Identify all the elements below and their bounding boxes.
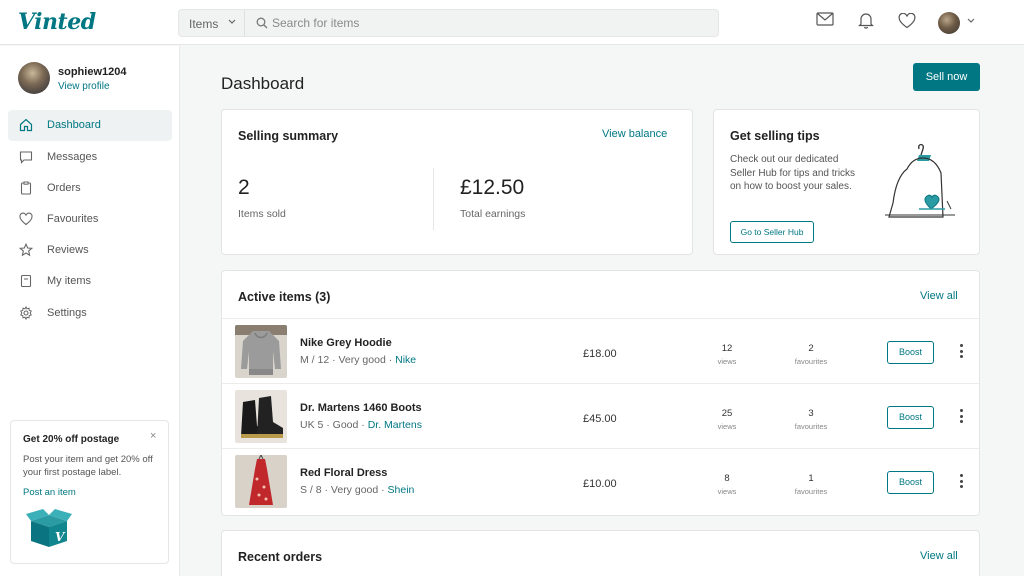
item-title[interactable]: Dr. Martens 1460 Boots [300, 402, 422, 414]
sidebar-item-label: My items [47, 275, 91, 287]
search-category-label: Items [189, 17, 219, 31]
sidebar-item-my-items[interactable]: My items [8, 266, 172, 297]
item-price: £18.00 [583, 348, 617, 360]
star-icon [19, 243, 33, 257]
sidebar-item-messages[interactable]: Messages [8, 142, 172, 173]
sidebar-item-label: Messages [47, 151, 98, 163]
item-favourites: 3 favourites [794, 408, 828, 431]
search-input[interactable] [272, 14, 672, 32]
table-row[interactable]: Dr. Martens 1460 Boots UK 5 · Good · Dr.… [222, 383, 979, 448]
selling-summary-title: Selling summary [238, 129, 339, 143]
item-meta: UK 5 · Good · Dr. Martens [300, 419, 422, 431]
postage-promo-card: Get 20% off postage × Post your item and… [10, 420, 169, 564]
item-thumbnail[interactable] [235, 455, 287, 508]
parcel-box-icon: V [26, 509, 72, 547]
recent-orders-title: Recent orders [238, 550, 323, 564]
post-an-item-link[interactable]: Post an item [23, 487, 76, 498]
chat-icon [19, 151, 33, 164]
gear-icon [20, 306, 32, 320]
hoodie-image [235, 325, 287, 378]
sell-now-button[interactable]: Sell now [913, 63, 980, 91]
sidebar: sophiew1204 View profile Dashboard Messa… [0, 46, 180, 576]
view-balance-link[interactable]: View balance [602, 128, 667, 140]
item-price: £10.00 [583, 478, 617, 490]
heart-icon [19, 212, 33, 226]
active-items-card: Active items (3) View all Nike Grey Hood… [221, 270, 980, 516]
table-row[interactable]: Red Floral Dress S / 8 · Very good · She… [222, 448, 979, 513]
promo-body: Post your item and get 20% off your firs… [23, 454, 153, 478]
items-sold-label: Items sold [238, 208, 286, 220]
item-title[interactable]: Red Floral Dress [300, 467, 387, 479]
view-profile-link[interactable]: View profile [58, 81, 110, 92]
selling-tips-title: Get selling tips [730, 129, 820, 143]
sidebar-item-label: Orders [47, 182, 81, 194]
chevron-down-icon [228, 19, 236, 24]
mail-icon[interactable] [816, 12, 834, 26]
search-category-dropdown[interactable]: Items [179, 10, 245, 36]
item-thumbnail[interactable] [235, 390, 287, 443]
boost-button[interactable]: Boost [887, 341, 934, 364]
vinted-logo[interactable]: Vinted [18, 9, 96, 35]
divider [433, 168, 434, 230]
brand-link[interactable]: Shein [388, 484, 415, 496]
close-icon[interactable]: × [150, 430, 156, 442]
item-favourites: 1 favourites [794, 473, 828, 496]
brand-link[interactable]: Dr. Martens [368, 419, 422, 431]
home-icon [19, 118, 33, 132]
item-favourites: 2 favourites [794, 343, 828, 366]
hanger-illustration-icon [885, 143, 955, 218]
recent-orders-card: Recent orders View all [221, 530, 980, 576]
item-views: 25 views [717, 408, 737, 431]
item-views: 12 views [717, 343, 737, 366]
profile-avatar[interactable] [18, 62, 50, 94]
item-thumbnail[interactable] [235, 325, 287, 378]
go-to-seller-hub-button[interactable]: Go to Seller Hub [730, 221, 814, 243]
item-price: £45.00 [583, 413, 617, 425]
sidebar-item-label: Settings [47, 307, 87, 319]
dress-image [235, 455, 287, 508]
item-meta: M / 12 · Very good · Nike [300, 354, 417, 366]
sidebar-item-reviews[interactable]: Reviews [8, 235, 172, 266]
sidebar-item-dashboard[interactable]: Dashboard [8, 110, 172, 141]
sidebar-item-label: Favourites [47, 213, 99, 225]
sidebar-item-orders[interactable]: Orders [8, 173, 172, 204]
heart-icon[interactable] [898, 13, 916, 29]
bell-icon[interactable] [858, 11, 874, 29]
page-title: Dashboard [221, 74, 305, 93]
more-options-icon[interactable] [960, 409, 964, 424]
boots-image [235, 390, 287, 443]
search-bar: Items [178, 9, 719, 37]
item-title[interactable]: Nike Grey Hoodie [300, 337, 392, 349]
table-row[interactable]: Nike Grey Hoodie M / 12 · Very good · Ni… [222, 318, 979, 383]
sidebar-item-label: Reviews [47, 244, 89, 256]
active-items-view-all-link[interactable]: View all [920, 290, 958, 302]
selling-tips-card: Get selling tips Check out our dedicated… [713, 109, 980, 255]
total-earnings-value: £12.50 [460, 176, 525, 199]
top-header: Vinted Items [0, 0, 1024, 45]
active-items-title: Active items (3) [238, 290, 331, 304]
items-sold-value: 2 [238, 176, 250, 199]
sidebar-item-settings[interactable]: Settings [8, 298, 172, 329]
user-avatar[interactable] [938, 12, 960, 34]
item-views: 8 views [717, 473, 737, 496]
boost-button[interactable]: Boost [887, 471, 934, 494]
boost-button[interactable]: Boost [887, 406, 934, 429]
document-icon [20, 274, 32, 288]
brand-link[interactable]: Nike [395, 354, 416, 366]
more-options-icon[interactable] [960, 344, 964, 359]
more-options-icon[interactable] [960, 474, 964, 489]
username: sophiew1204 [58, 66, 127, 78]
selling-summary-card: Selling summary View balance 2 Items sol… [221, 109, 693, 255]
search-icon [256, 17, 268, 29]
total-earnings-label: Total earnings [460, 208, 526, 220]
recent-orders-view-all-link[interactable]: View all [920, 550, 958, 562]
chevron-down-icon[interactable] [967, 18, 975, 24]
item-meta: S / 8 · Very good · Shein [300, 484, 415, 496]
promo-title: Get 20% off postage [23, 434, 120, 445]
sidebar-item-favourites[interactable]: Favourites [8, 204, 172, 235]
clipboard-icon [20, 181, 32, 195]
selling-tips-body: Check out our dedicated Seller Hub for t… [730, 154, 856, 193]
sidebar-item-label: Dashboard [47, 119, 101, 131]
